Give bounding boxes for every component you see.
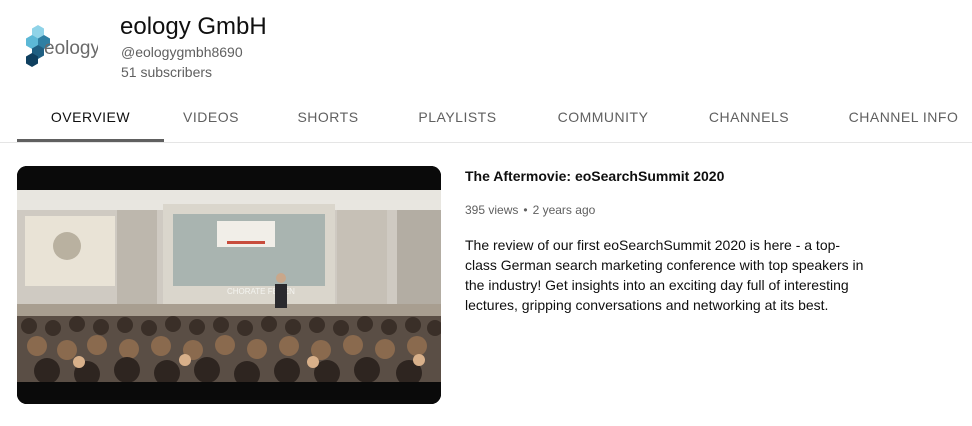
logo-wordmark: eology xyxy=(44,38,98,59)
tab-shorts[interactable]: SHORTS xyxy=(283,96,373,140)
tab-channel-info[interactable]: CHANNEL INFO xyxy=(835,96,972,140)
eology-logo: eology xyxy=(26,25,98,67)
featured-video-thumbnail[interactable]: CHORATE FEREN xyxy=(17,166,441,404)
channel-tabs: OVERVIEW VIDEOS SHORTS PLAYLISTS COMMUNI… xyxy=(0,96,972,143)
subscriber-count: 51 subscribers xyxy=(121,64,213,80)
conference-scene-image: CHORATE FEREN xyxy=(17,166,441,404)
tab-overview[interactable]: OVERVIEW xyxy=(17,96,164,142)
upload-age: 2 years ago xyxy=(532,203,596,217)
video-description: The review of our first eoSearchSummit 2… xyxy=(465,237,864,313)
channel-header: eology eology GmbH @eologygmbh8690 51 su… xyxy=(0,0,972,100)
featured-video-title[interactable]: The Aftermovie: eoSearchSummit 2020 xyxy=(465,167,925,185)
tab-community[interactable]: COMMUNITY xyxy=(543,96,663,140)
meta-separator: • xyxy=(523,203,528,217)
channel-name: eology GmbH xyxy=(120,13,267,40)
channel-handle: @eologygmbh8690 xyxy=(121,44,243,60)
channel-avatar[interactable]: eology xyxy=(18,20,98,70)
tab-channels[interactable]: CHANNELS xyxy=(690,96,808,140)
tab-videos[interactable]: VIDEOS xyxy=(166,96,256,140)
tab-playlists[interactable]: PLAYLISTS xyxy=(400,96,515,140)
video-metadata: 395 views • 2 years ago xyxy=(465,203,595,217)
view-count: 395 views xyxy=(465,203,519,217)
